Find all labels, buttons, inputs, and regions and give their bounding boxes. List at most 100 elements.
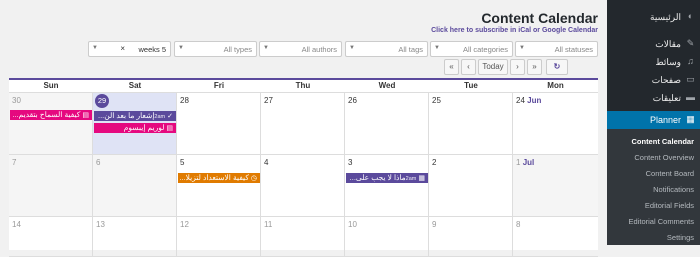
weekday-header: Tue [429, 80, 513, 93]
day-number: 8 [516, 220, 521, 229]
day-number: 1 [516, 158, 521, 167]
pages-icon: ▭ [686, 74, 695, 84]
day-number: 4 [264, 158, 269, 167]
day-number: 28 [180, 96, 189, 105]
sidebar-item-comments[interactable]: ▬ تعليقات [607, 89, 700, 107]
day-number: 26 [348, 96, 357, 105]
day-cell[interactable]: 4 [261, 155, 345, 217]
media-icon: ♫ [687, 56, 694, 66]
weekday-header: Thu [261, 80, 345, 93]
day-cell[interactable]: 14 [9, 217, 93, 257]
today-button[interactable]: Today [478, 59, 508, 75]
tags-select[interactable]: ▼ All tags [345, 41, 428, 57]
sidebar-item-pages[interactable]: ▭ صفحات [607, 71, 700, 89]
submenu-editorial-fields[interactable]: Editorial Fields [645, 201, 694, 210]
day-cell[interactable]: 8 [513, 217, 598, 257]
refresh-icon[interactable]: ↻ [546, 59, 568, 75]
sidebar-item-media[interactable]: ♫ وسائط [607, 53, 700, 71]
calendar-event[interactable]: ▤كيفية السماح بتقديم... [10, 110, 92, 120]
day-number: 3 [348, 158, 353, 167]
day-cell[interactable]: 26 [345, 93, 429, 155]
submenu-notifications[interactable]: Notifications [653, 185, 694, 194]
document-icon: ▤ [82, 112, 89, 119]
day-number: 5 [180, 158, 185, 167]
weekday-header: Fri [177, 80, 261, 93]
active-indicator [601, 115, 607, 127]
day-cell[interactable]: 28 [177, 93, 261, 155]
day-cell[interactable]: 13 [93, 217, 177, 257]
comments-icon: ▬ [686, 92, 695, 102]
admin-sidebar: ◐ الرئيسية ✎ مقالات ♫ وسائط ▭ صفحات ▬ تع… [601, 0, 700, 245]
last-page-button[interactable]: » [527, 59, 542, 75]
calendar-event[interactable]: ▦2amماذا لا يجب على... [346, 173, 428, 183]
day-number: 13 [96, 220, 105, 229]
day-cell[interactable]: 3 [345, 155, 429, 217]
chevron-down-icon: ▼ [92, 45, 98, 51]
day-cell[interactable]: 10 [345, 217, 429, 257]
calendar-event[interactable]: ▤لوريم إيبسوم [94, 123, 176, 133]
sidebar-item-dashboard[interactable]: ◐ الرئيسية [607, 8, 700, 26]
next-page-button[interactable]: › [510, 59, 525, 75]
day-cell[interactable]: 1 Jul [513, 155, 598, 217]
sidebar-item-posts[interactable]: ✎ مقالات [607, 35, 700, 53]
calendar-icon: ▦ [418, 175, 425, 182]
clock-icon: ◷ [250, 175, 257, 182]
day-cell[interactable]: 24 Jun [513, 93, 598, 155]
calendar-grid: Sun Sat Fri Thu Wed Tue Mon 30 29 28 27 … [9, 78, 598, 257]
month-label: Jul [522, 158, 535, 167]
day-number: 11 [264, 220, 273, 229]
categories-select[interactable]: ▼ All categories [430, 41, 513, 57]
main-content: Content Calendar Click here to subscribe… [0, 0, 607, 257]
calendar-event[interactable]: ✓2amإشعار ما بعد الن... [94, 111, 176, 121]
document-icon: ▤ [166, 125, 173, 132]
day-number: 7 [12, 158, 17, 167]
filter-bar: ▼ × weeks 5 ▼ All types ▼ All authors ▼ … [88, 41, 598, 57]
prev-page-button[interactable]: ‹ [461, 59, 476, 75]
day-number: 12 [180, 220, 189, 229]
pin-icon: ✎ [686, 38, 695, 48]
submenu-content-board[interactable]: Content Board [646, 169, 694, 178]
calendar-event[interactable]: ◷كيفية الاستعداد لتزيلا... [178, 173, 260, 183]
chevron-down-icon: ▼ [434, 45, 440, 51]
submenu-editorial-comments[interactable]: Editorial Comments [629, 217, 694, 226]
authors-select[interactable]: ▼ All authors [259, 41, 342, 57]
statuses-select[interactable]: ▼ All statuses [515, 41, 598, 57]
day-number: 2 [432, 158, 437, 167]
first-page-button[interactable]: « [444, 59, 459, 75]
day-number: 29 [95, 94, 109, 108]
day-number: 9 [432, 220, 437, 229]
calendar-nav: « ‹ Today › » ↻ [444, 59, 600, 75]
day-cell[interactable]: 12 [177, 217, 261, 257]
chevron-down-icon: ▼ [349, 45, 355, 51]
day-number: 24 [516, 96, 525, 105]
day-cell[interactable]: 25 [429, 93, 513, 155]
day-cell[interactable]: 5 [177, 155, 261, 217]
types-select[interactable]: ▼ All types [174, 41, 257, 57]
day-number: 14 [12, 220, 21, 229]
weekday-header: Wed [345, 80, 429, 93]
submenu-content-calendar[interactable]: Content Calendar [631, 137, 694, 146]
weeks-select[interactable]: ▼ × weeks 5 [88, 41, 171, 57]
day-number: 6 [96, 158, 101, 167]
sidebar-item-planner[interactable]: ▦ Planner [601, 111, 700, 129]
month-label: Jun [527, 96, 542, 105]
submenu-settings[interactable]: Settings [667, 233, 694, 242]
submenu-content-overview[interactable]: Content Overview [634, 153, 694, 162]
day-number: 30 [12, 96, 21, 105]
day-cell[interactable]: 9 [429, 217, 513, 257]
chevron-down-icon: ▼ [263, 45, 269, 51]
chevron-down-icon: ▼ [178, 45, 184, 51]
check-icon: ✓ [167, 113, 173, 120]
day-cell[interactable]: 11 [261, 217, 345, 257]
day-cell[interactable]: 6 [93, 155, 177, 217]
clear-icon[interactable]: × [120, 44, 125, 53]
day-cell[interactable]: 7 [9, 155, 93, 217]
day-cell[interactable]: 27 [261, 93, 345, 155]
subscribe-link[interactable]: Click here to subscribe in iCal or Googl… [431, 27, 598, 34]
day-number: 27 [264, 96, 273, 105]
day-cell[interactable]: 30 [9, 93, 93, 155]
calendar-icon: ▦ [686, 114, 695, 124]
weekday-header: Sun [9, 80, 93, 93]
day-cell[interactable]: 2 [429, 155, 513, 217]
planner-submenu: Content Calendar Content Overview Conten… [607, 129, 700, 245]
